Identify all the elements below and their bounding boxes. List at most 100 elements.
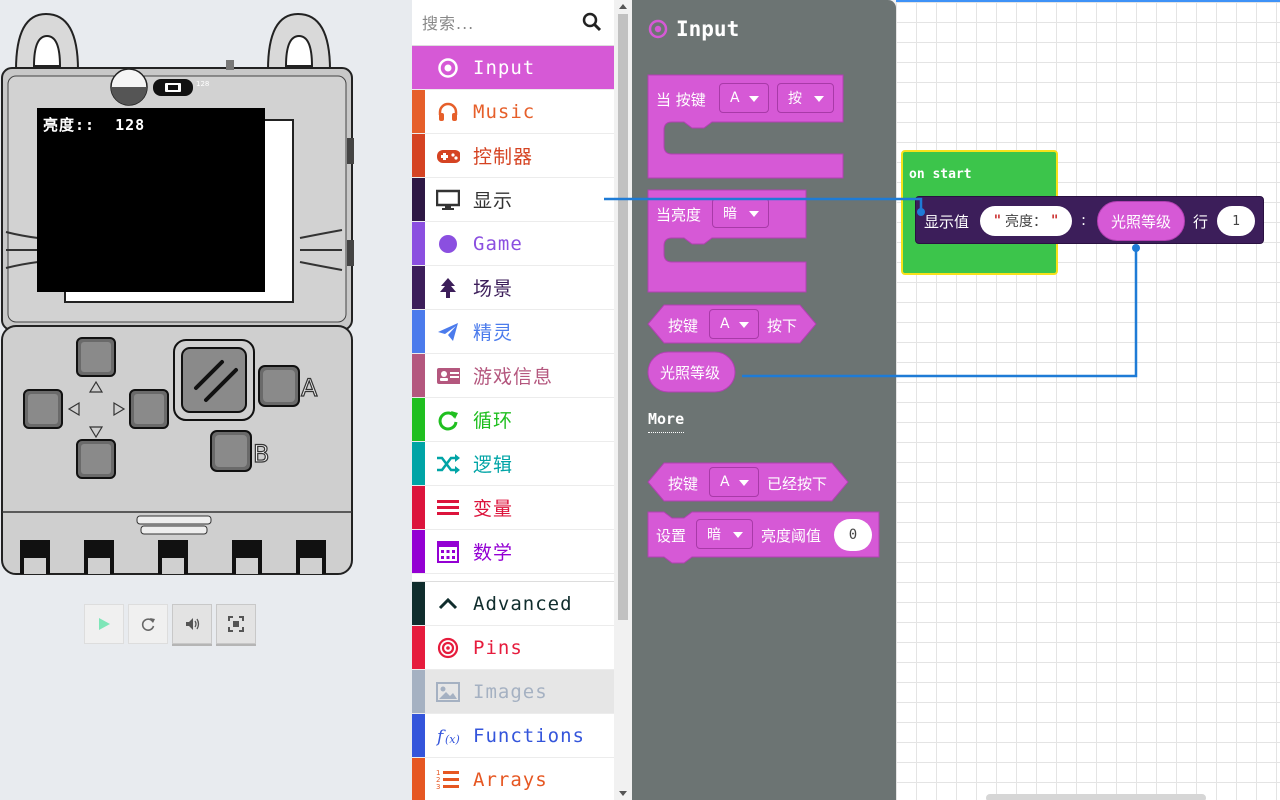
category-music[interactable]: Music <box>412 90 615 134</box>
category-game[interactable]: Game <box>412 222 615 266</box>
numbered-list-icon: 123 <box>436 768 460 792</box>
scroll-thumb[interactable] <box>618 14 628 620</box>
search-input[interactable] <box>422 10 572 36</box>
category-input[interactable]: Input <box>412 46 615 90</box>
category-arrays[interactable]: 123 Arrays <box>412 758 615 800</box>
category-functions[interactable]: f (x) Functions <box>412 714 615 758</box>
button-a-label: A <box>301 374 318 402</box>
light-level-block[interactable]: 光照等级 <box>1097 201 1185 241</box>
scroll-up-arrow[interactable] <box>619 4 627 9</box>
show-value-block[interactable]: 显示值 " 亮度： " : 光照等级 行 1 <box>915 196 1264 244</box>
category-label: 数学 <box>473 542 514 564</box>
button-dropdown[interactable]: A <box>709 467 759 497</box>
paper-plane-icon <box>436 320 460 344</box>
category-loops[interactable]: 循环 <box>412 398 615 442</box>
light-level-readout: 128 <box>196 80 210 88</box>
play-icon <box>99 618 110 630</box>
gamepad-icon <box>436 144 460 168</box>
search-icon[interactable] <box>582 12 602 32</box>
colon-text: : <box>1081 211 1087 229</box>
speaker-icon <box>186 618 200 630</box>
string-field[interactable]: " 亮度： " <box>980 206 1072 236</box>
category-display[interactable]: 显示 <box>412 178 615 222</box>
category-controller[interactable]: 控制器 <box>412 134 615 178</box>
light-dropdown[interactable]: 暗 <box>696 519 753 549</box>
bullseye-icon <box>436 636 460 660</box>
category-label: Functions <box>473 724 585 747</box>
simulator-screen: 亮度:: 128 <box>37 108 265 292</box>
category-label: Arrays <box>473 768 548 791</box>
block-text: 设置 <box>656 527 687 545</box>
on-start-label: on start <box>909 167 972 182</box>
circle-icon <box>436 232 460 256</box>
target-icon <box>436 56 460 80</box>
simulator-panel: A B 亮度:: 128 128 <box>0 0 412 800</box>
category-label: 游戏信息 <box>473 366 554 388</box>
play-button[interactable] <box>84 604 124 644</box>
list-icon <box>436 496 460 520</box>
svg-text:(x): (x) <box>445 733 460 746</box>
more-label: More <box>648 410 685 433</box>
block-light-level[interactable]: 光照等级 <box>660 362 720 383</box>
category-label: Game <box>473 232 523 255</box>
block-text: 按键 <box>668 475 699 493</box>
button-b-label: B <box>253 440 269 468</box>
screen-text: 亮度:: 128 <box>43 116 146 134</box>
toolbox-scrollbar[interactable] <box>614 0 632 800</box>
category-pins[interactable]: Pins <box>412 626 615 670</box>
svg-text:3: 3 <box>436 783 440 791</box>
scroll-down-arrow[interactable] <box>619 791 627 796</box>
monitor-icon <box>436 188 460 212</box>
fullscreen-icon <box>228 616 244 632</box>
category-game-info[interactable]: 游戏信息 <box>412 354 615 398</box>
block-text: 当亮度 <box>656 206 702 224</box>
block-text: 当 按键 <box>656 91 706 109</box>
restart-button[interactable] <box>128 604 168 644</box>
chevron-up-icon <box>436 592 460 616</box>
button-dropdown[interactable]: A <box>709 309 759 339</box>
category-label: 精灵 <box>473 322 514 344</box>
category-sprites[interactable]: 精灵 <box>412 310 615 354</box>
block-text: 显示值 <box>924 213 970 231</box>
category-label: 循环 <box>473 410 514 432</box>
image-icon <box>436 680 460 704</box>
shuffle-icon <box>436 452 460 476</box>
category-logic[interactable]: 逻辑 <box>412 442 615 486</box>
arcade-device: A B <box>1 12 354 575</box>
category-label: 场景 <box>473 278 514 300</box>
button-dropdown[interactable]: A <box>719 83 769 113</box>
target-icon <box>648 19 668 39</box>
category-label: Music <box>473 100 536 123</box>
block-flyout: Input More <box>632 0 896 800</box>
category-label: Pins <box>473 636 523 659</box>
category-advanced[interactable]: Advanced <box>412 582 615 626</box>
function-icon: f (x) <box>436 724 460 748</box>
workspace-canvas[interactable] <box>896 0 1280 800</box>
headphones-icon <box>436 100 460 124</box>
row-value-field[interactable]: 1 <box>1217 206 1255 236</box>
workspace-scrollbar[interactable] <box>986 794 1206 800</box>
category-images[interactable]: Images <box>412 670 615 714</box>
category-scene[interactable]: 场景 <box>412 266 615 310</box>
event-dropdown[interactable]: 按 <box>777 83 834 113</box>
category-label: 显示 <box>473 190 514 212</box>
id-card-icon <box>436 364 460 388</box>
light-dropdown[interactable]: 暗 <box>712 198 769 228</box>
flyout-header: Input <box>648 17 739 41</box>
simulator-controls <box>84 604 256 644</box>
toolbox-search <box>412 0 615 46</box>
threshold-value-field[interactable]: 0 <box>834 519 872 551</box>
category-math[interactable]: 数学 <box>412 530 615 574</box>
category-label: 控制器 <box>473 146 534 168</box>
string-value: 亮度： <box>1005 214 1047 230</box>
category-list: Input Music 控制器 显示 Game 场景 精灵 游戏信息 循环 逻辑… <box>412 46 615 800</box>
toolbox: Input Music 控制器 显示 Game 场景 <box>412 0 632 800</box>
refresh-icon <box>141 618 155 631</box>
fullscreen-button[interactable] <box>216 604 256 644</box>
category-variables[interactable]: 变量 <box>412 486 615 530</box>
block-text: 亮度阈值 <box>761 527 822 545</box>
block-text: 按下 <box>767 317 798 335</box>
mute-button[interactable] <box>172 604 212 644</box>
category-label: Images <box>473 680 548 703</box>
category-label: Input <box>473 56 536 79</box>
